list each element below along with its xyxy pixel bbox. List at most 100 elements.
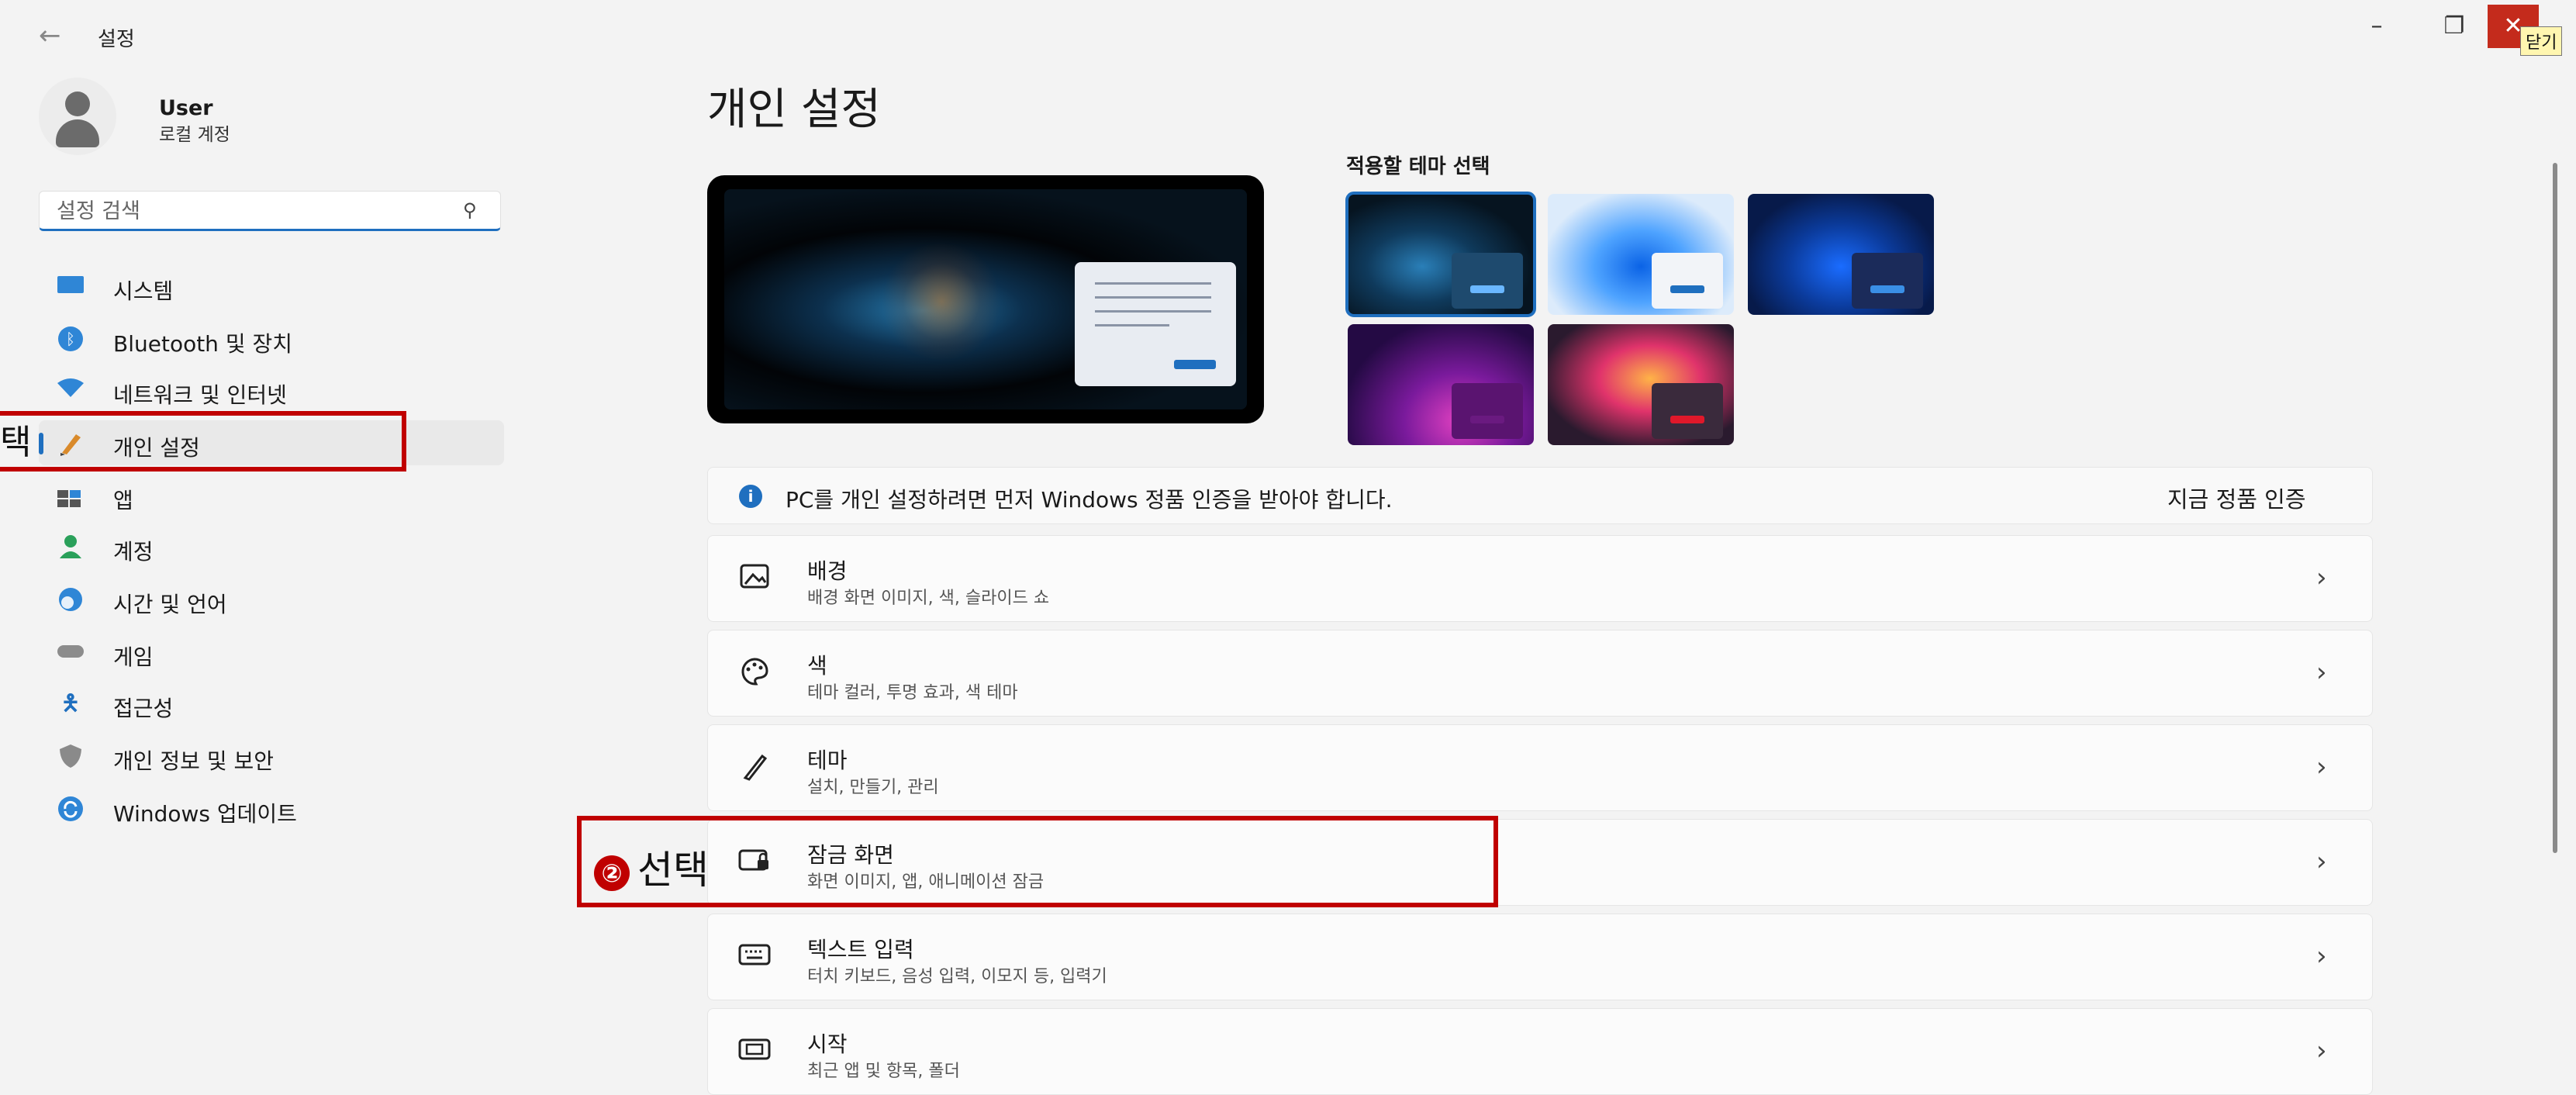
app-title: 설정 — [98, 28, 135, 51]
sidebar-item-label: 시스템 — [113, 278, 174, 304]
card-title: 테마 — [807, 748, 848, 773]
avatar-body — [56, 119, 99, 147]
avatar-head — [65, 92, 90, 116]
wifi-icon — [56, 377, 85, 403]
theme-tile[interactable] — [1548, 324, 1734, 445]
image-icon — [737, 562, 772, 593]
sidebar-item-accounts[interactable]: 계정 — [39, 524, 504, 569]
preview-line — [1095, 324, 1169, 326]
gamepad-icon — [56, 639, 85, 665]
account-type: 로컬 계정 — [159, 125, 230, 145]
notice-text: PC를 개인 설정하려면 먼저 Windows 정품 인증을 받아야 합니다. — [786, 487, 1393, 513]
accessibility-icon: 🯅 — [60, 690, 81, 716]
theme-tile[interactable] — [1748, 194, 1934, 315]
settings-search: ⚲ — [39, 191, 501, 231]
update-icon — [56, 796, 85, 822]
chevron-right-icon: › — [2316, 846, 2327, 877]
restore-button[interactable]: ❐ — [2427, 5, 2481, 48]
avatar[interactable] — [39, 78, 116, 155]
scrollbar[interactable] — [2553, 163, 2557, 853]
theme-tile[interactable] — [1345, 192, 1536, 317]
card-title: 시작 — [807, 1031, 848, 1057]
theme-mini-button — [1670, 416, 1704, 423]
activation-notice: i PC를 개인 설정하려면 먼저 Windows 정품 인증을 받아야 합니다… — [707, 467, 2373, 524]
theme-preview — [707, 175, 1264, 423]
preview-window — [1075, 262, 1236, 386]
card-background[interactable]: 배경 배경 화면 이미지, 색, 슬라이드 쇼 › — [707, 535, 2373, 622]
theme-mini-button — [1870, 285, 1904, 293]
sidebar-item-label: 게임 — [113, 644, 154, 670]
card-subtitle: 배경 화면 이미지, 색, 슬라이드 쇼 — [807, 589, 1050, 608]
search-icon[interactable]: ⚲ — [463, 199, 477, 221]
theme-mini-window — [1652, 253, 1723, 309]
brush-icon — [737, 751, 772, 782]
theme-tile[interactable] — [1348, 324, 1534, 445]
theme-select-label: 적용할 테마 선택 — [1346, 155, 1490, 178]
user-name: User — [159, 96, 213, 120]
theme-mini-window — [1452, 383, 1523, 439]
theme-mini-button — [1470, 416, 1504, 423]
sidebar-item-network[interactable]: 네트워크 및 인터넷 — [39, 368, 504, 413]
card-subtitle: 터치 키보드, 음성 입력, 이모지 등, 입력기 — [807, 967, 1107, 986]
chevron-right-icon: › — [2316, 562, 2327, 593]
chevron-right-icon: › — [2316, 1035, 2327, 1066]
sidebar-item-label: Bluetooth 및 장치 — [113, 331, 293, 357]
search-input[interactable] — [55, 198, 461, 224]
sidebar-item-label: 시간 및 언어 — [113, 592, 227, 617]
activate-now-button[interactable]: 지금 정품 인증 — [2167, 482, 2306, 514]
card-text-input[interactable]: 텍스트 입력 터치 키보드, 음성 입력, 이모지 등, 입력기 › — [707, 914, 2373, 1000]
sidebar-item-gaming[interactable]: 게임 — [39, 630, 504, 675]
sidebar-item-label: 접근성 — [113, 696, 174, 721]
sidebar-item-label: 계정 — [113, 539, 154, 565]
sidebar-item-accessibility[interactable]: 🯅 접근성 — [39, 681, 504, 726]
theme-mini-button — [1670, 285, 1704, 293]
preview-line — [1095, 282, 1211, 285]
card-subtitle: 설치, 만들기, 관리 — [807, 778, 939, 797]
theme-mini-window — [1452, 253, 1523, 309]
sidebar-item-system[interactable]: 시스템 — [39, 264, 504, 309]
shield-icon — [56, 743, 85, 769]
sidebar-item-bluetooth[interactable]: ᛒ Bluetooth 및 장치 — [39, 316, 504, 361]
start-icon — [737, 1035, 772, 1066]
svg-text:ᛒ: ᛒ — [66, 330, 75, 348]
step2-label: ② 선택 — [594, 839, 709, 895]
keyboard-icon — [737, 941, 772, 972]
sidebar-item-windows-update[interactable]: Windows 업데이트 — [39, 786, 504, 831]
sidebar-item-label: Windows 업데이트 — [113, 801, 297, 827]
theme-mini-window — [1852, 253, 1923, 309]
sidebar-item-label: 앱 — [113, 488, 133, 513]
preview-line — [1095, 296, 1211, 299]
sidebar-item-privacy[interactable]: 개인 정보 및 보안 — [39, 734, 504, 779]
globe-clock-icon — [56, 586, 85, 613]
close-tooltip: 닫기 — [2520, 26, 2563, 56]
sidebar-item-time-language[interactable]: 시간 및 언어 — [39, 577, 504, 622]
apps-icon — [56, 482, 85, 509]
card-themes[interactable]: 테마 설치, 만들기, 관리 › — [707, 724, 2373, 811]
info-icon: i — [739, 485, 762, 508]
sidebar-item-label: 개인 정보 및 보안 — [113, 748, 275, 774]
sidebar-item-label: 네트워크 및 인터넷 — [113, 382, 287, 408]
back-arrow-icon[interactable]: ← — [39, 20, 61, 51]
chevron-right-icon: › — [2316, 657, 2327, 688]
wallpaper-sparkle — [879, 244, 1003, 360]
bluetooth-icon: ᛒ — [56, 326, 85, 352]
step1-highlight-box — [0, 411, 406, 472]
page-title: 개인 설정 — [707, 85, 881, 135]
step1-label: 택 — [0, 423, 32, 462]
card-color[interactable]: 색 테마 컬러, 투명 효과, 색 테마 › — [707, 630, 2373, 717]
card-title: 배경 — [807, 558, 848, 584]
theme-tile[interactable] — [1548, 194, 1734, 315]
sidebar-item-apps[interactable]: 앱 — [39, 473, 504, 518]
settings-window: ← 설정 – ❐ ✕ 닫기 User 로컬 계정 ⚲ 시스템 ᛒ Bluetoo… — [0, 0, 2576, 1095]
card-subtitle: 테마 컬러, 투명 효과, 색 테마 — [807, 683, 1018, 703]
preview-line — [1095, 310, 1211, 313]
preview-button — [1174, 360, 1216, 369]
card-subtitle: 최근 앱 및 항목, 폴더 — [807, 1062, 960, 1081]
step2-number-badge: ② — [594, 855, 630, 891]
monitor-icon — [56, 273, 85, 299]
chevron-right-icon: › — [2316, 941, 2327, 972]
chevron-right-icon: › — [2316, 751, 2327, 782]
card-start[interactable]: 시작 최근 앱 및 항목, 폴더 › — [707, 1008, 2373, 1095]
minimize-button[interactable]: – — [2350, 5, 2404, 48]
step2-highlight-box — [577, 816, 1498, 907]
